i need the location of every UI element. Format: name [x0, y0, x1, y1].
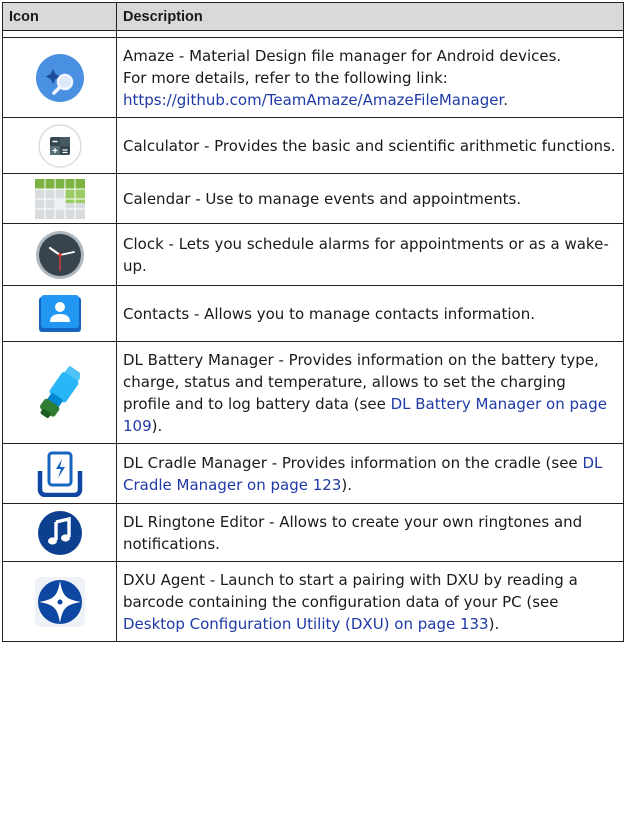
amaze-icon: [34, 52, 86, 104]
dxu-agent-icon: [34, 576, 86, 628]
header-spacer-row: [2, 30, 624, 38]
apps-table: Icon Description Amaze - Material Design…: [2, 2, 624, 642]
cradle-manager-icon: [36, 451, 84, 497]
table-row: DL Cradle Manager - Provides information…: [2, 443, 624, 504]
contacts-icon: [38, 294, 82, 334]
amaze-github-link[interactable]: https://github.com/TeamAmaze/AmazeFileMa…: [123, 91, 503, 109]
clock-icon: [34, 229, 86, 281]
contacts-description: Contacts - Allows you to manage contacts…: [116, 285, 624, 342]
ringtone-editor-icon: [36, 509, 84, 557]
table-row: DXU Agent - Launch to start a pairing wi…: [2, 561, 624, 642]
amaze-description-line-1: Amaze - Material Design file manager for…: [123, 46, 562, 65]
calculator-icon: [37, 123, 83, 169]
table-row: Clock - Lets you schedule alarms for app…: [2, 223, 624, 286]
table-row: DL Ringtone Editor - Allows to create yo…: [2, 503, 624, 562]
table-row: Amaze - Material Design file manager for…: [2, 37, 624, 118]
dxu-agent-description: DXU Agent - Launch to start a pairing wi…: [123, 570, 578, 611]
description-column-header: Description: [116, 2, 624, 31]
battery-manager-icon: [39, 361, 80, 425]
ringtone-editor-description: DL Ringtone Editor - Allows to create yo…: [116, 503, 624, 562]
amaze-description-line-2: For more details, refer to the following…: [123, 68, 448, 87]
dxu-page-link[interactable]: Desktop Configuration Utility (DXU) on p…: [123, 615, 489, 633]
table-row: Calculator - Provides the basic and scie…: [2, 117, 624, 174]
icon-column-header: Icon: [2, 2, 117, 31]
table-row: Calendar - Use to manage events and appo…: [2, 173, 624, 224]
calendar-description: Calendar - Use to manage events and appo…: [116, 173, 624, 224]
table-row: Contacts - Allows you to manage contacts…: [2, 285, 624, 342]
calculator-description: Calculator - Provides the basic and scie…: [116, 117, 624, 174]
table-row: DL Battery Manager - Provides informatio…: [2, 341, 624, 444]
table-header-row: Icon Description: [2, 2, 624, 31]
calendar-icon: [34, 178, 85, 219]
clock-description: Clock - Lets you schedule alarms for app…: [116, 223, 624, 286]
cradle-manager-description: DL Cradle Manager - Provides information…: [123, 453, 583, 472]
